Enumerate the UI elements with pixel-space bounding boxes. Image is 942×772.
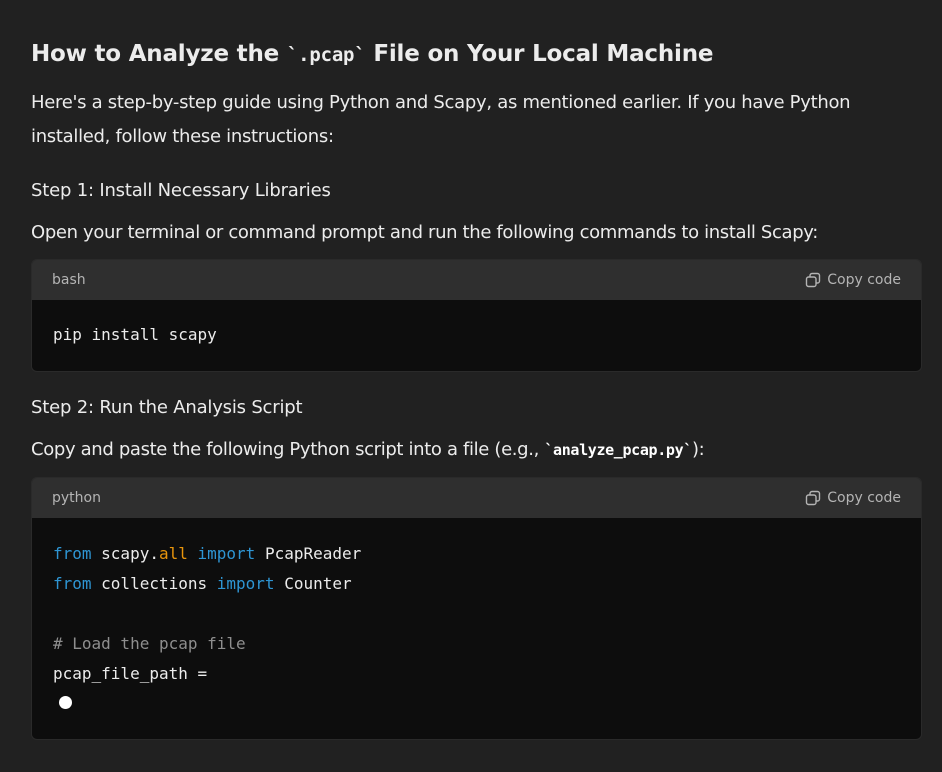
code-block-header: python Copy code <box>32 478 921 518</box>
code-content: pip install scapy <box>32 300 921 371</box>
copy-icon <box>806 490 821 506</box>
step2-inline-code: `analyze_pcap.py` <box>544 441 692 459</box>
copy-code-button[interactable]: Copy code <box>805 490 901 506</box>
copy-code-button[interactable]: Copy code <box>805 272 901 288</box>
code-content: from scapy.all import PcapReader from col… <box>32 518 921 739</box>
bash-code-block: bash Copy code pip install scapy <box>31 259 922 372</box>
code-block-header: bash Copy code <box>32 260 921 300</box>
step2-paragraph: Copy and paste the following Python scri… <box>31 436 705 464</box>
python-code-block: python Copy code from scapy.all import P… <box>31 477 922 740</box>
section-heading: How to Analyze the `.pcap` File on Your … <box>31 38 713 71</box>
heading-text-suffix: File on Your Local Machine <box>365 41 714 67</box>
step2-text-suffix: ): <box>691 439 705 460</box>
heading-inline-code: `.pcap` <box>286 44 366 66</box>
step1-paragraph: Open your terminal or command prompt and… <box>31 222 818 243</box>
streaming-cursor-dot <box>59 696 72 709</box>
code-line: from collections import Counter <box>53 574 352 593</box>
code-language-label: python <box>52 490 101 506</box>
code-language-label: bash <box>52 272 86 288</box>
intro-paragraph: Here's a step-by-step guide using Python… <box>31 92 851 147</box>
code-line: pip install scapy <box>53 325 217 344</box>
code-line: # Load the pcap file <box>53 634 246 653</box>
copy-icon <box>806 272 821 288</box>
code-line: pcap_file_path = <box>53 664 208 683</box>
step1-heading: Step 1: Install Necessary Libraries <box>31 180 331 201</box>
copy-code-label: Copy code <box>827 490 901 506</box>
code-line: from scapy.all import PcapReader <box>53 544 362 563</box>
step2-heading: Step 2: Run the Analysis Script <box>31 397 303 418</box>
step2-text: Copy and paste the following Python scri… <box>31 439 545 460</box>
heading-text: How to Analyze the <box>31 41 287 67</box>
copy-code-label: Copy code <box>827 272 901 288</box>
